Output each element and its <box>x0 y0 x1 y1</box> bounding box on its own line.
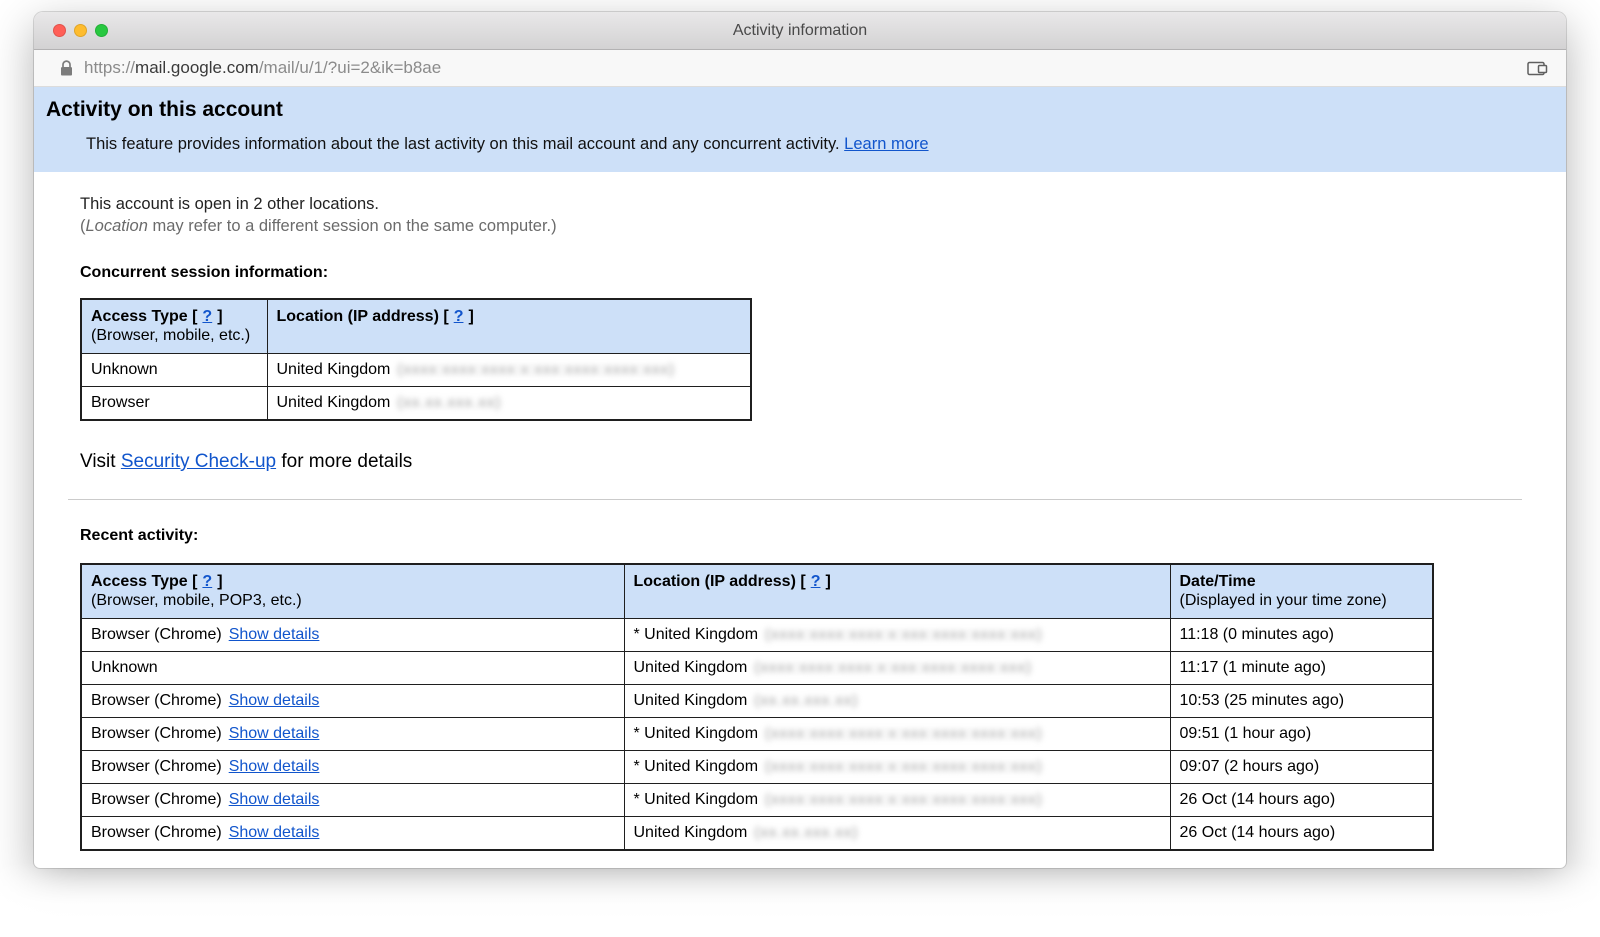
location: * United Kingdom <box>634 758 759 775</box>
datetime: 11:17 (1 minute ago) <box>1180 659 1326 676</box>
show-details-link[interactable]: Show details <box>229 725 320 742</box>
ip-redacted: (xx.xx.xxx.xx) <box>754 692 858 709</box>
location: United Kingdom <box>634 659 748 676</box>
ip-redacted: (xx.xx.xxx.xx) <box>754 824 858 841</box>
table-row: Browser (Chrome) Show details United King… <box>81 685 1433 718</box>
page-content: This account is open in 2 other location… <box>34 172 1566 851</box>
window-title: Activity information <box>733 22 867 40</box>
security-checkup-link[interactable]: Security Check-up <box>121 451 276 472</box>
recent-activity-heading: Recent activity: <box>80 527 1536 545</box>
address-bar[interactable]: https://mail.google.com/mail/u/1/?ui=2&i… <box>34 50 1566 87</box>
url-text[interactable]: https://mail.google.com/mail/u/1/?ui=2&i… <box>84 58 441 78</box>
access-type: Browser (Chrome) <box>91 824 222 841</box>
location-word: Location <box>86 217 148 235</box>
access-type: Browser (Chrome) <box>91 692 222 709</box>
location: United Kingdom <box>634 692 748 709</box>
access-type: Unknown <box>91 361 158 378</box>
table-row: Browser United Kingdom (xx.xx.xxx.xx) <box>81 387 751 421</box>
ip-redacted: (xxxx:xxxx:xxxx:x:xxx:xxxx:xxxx:xxx) <box>765 626 1043 643</box>
section-divider <box>68 499 1522 500</box>
access-type: Unknown <box>91 659 158 676</box>
show-details-link[interactable]: Show details <box>229 626 320 643</box>
table-row: Browser (Chrome) Show details * United Ki… <box>81 619 1433 652</box>
ip-redacted: (xxxx:xxxx:xxxx:x:xxx:xxxx:xxxx:xxx) <box>754 659 1032 676</box>
close-window-button[interactable] <box>53 24 66 37</box>
tab-overview-icon[interactable] <box>1527 60 1548 76</box>
datetime-header: Date/Time (Displayed in your time zone) <box>1170 564 1433 619</box>
show-details-link[interactable]: Show details <box>229 758 320 775</box>
location: * United Kingdom <box>634 626 759 643</box>
access-type-subtext: (Browser, mobile, POP3, etc.) <box>91 592 615 610</box>
datetime: 09:07 (2 hours ago) <box>1180 758 1320 775</box>
recent-activity-table: Access Type [?] (Browser, mobile, POP3, … <box>80 563 1434 851</box>
ip-redacted: (xxxx:xxxx:xxxx:x:xxx:xxxx:xxxx:xxx) <box>397 361 675 378</box>
banner-description: This feature provides information about … <box>46 135 1546 154</box>
table-row: Browser (Chrome) Show details * United Ki… <box>81 784 1433 817</box>
show-details-link[interactable]: Show details <box>229 824 320 841</box>
access-type-header: Access Type [?] (Browser, mobile, POP3, … <box>81 564 624 619</box>
url-host: mail.google.com <box>135 58 259 77</box>
ip-redacted: (xxxx:xxxx:xxxx:x:xxx:xxxx:xxxx:xxx) <box>765 725 1043 742</box>
window-titlebar[interactable]: Activity information <box>34 12 1566 50</box>
url-path: /mail/u/1/?ui=2&ik=b8ae <box>259 58 441 77</box>
show-details-link[interactable]: Show details <box>229 692 320 709</box>
concurrent-session-heading: Concurrent session information: <box>80 264 1536 282</box>
ip-redacted: (xxxx:xxxx:xxxx:x:xxx:xxxx:xxxx:xxx) <box>765 791 1043 808</box>
access-type: Browser (Chrome) <box>91 626 222 643</box>
browser-window: Activity information https://mail.google… <box>34 12 1566 868</box>
security-checkup-line: Visit Security Check-up for more details <box>80 451 1536 473</box>
table-row: Browser (Chrome) Show details United King… <box>81 817 1433 851</box>
datetime-subtext: (Displayed in your time zone) <box>1180 592 1424 610</box>
table-row: Unknown United Kingdom (xxxx:xxxx:xxxx:x:… <box>81 652 1433 685</box>
concurrent-sessions-table: Access Type [?] (Browser, mobile, etc.) … <box>80 298 752 421</box>
location-help-link[interactable]: ? <box>811 573 821 590</box>
traffic-lights <box>53 12 108 49</box>
datetime: 09:51 (1 hour ago) <box>1180 725 1312 742</box>
table-header-row: Access Type [?] (Browser, mobile, POP3, … <box>81 564 1433 619</box>
location: * United Kingdom <box>634 725 759 742</box>
location: * United Kingdom <box>634 791 759 808</box>
location-help-link[interactable]: ? <box>454 308 464 325</box>
screen: Activity information https://mail.google… <box>0 0 1600 937</box>
table-header-row: Access Type [?] (Browser, mobile, etc.) … <box>81 299 751 354</box>
ip-redacted: (xxxx:xxxx:xxxx:x:xxx:xxxx:xxxx:xxx) <box>765 758 1043 775</box>
access-type: Browser (Chrome) <box>91 725 222 742</box>
datetime: 26 Oct (14 hours ago) <box>1180 824 1336 841</box>
access-type-help-link[interactable]: ? <box>202 573 212 590</box>
location: United Kingdom <box>277 361 391 378</box>
access-type: Browser (Chrome) <box>91 758 222 775</box>
bottom-fade <box>0 863 1600 937</box>
location: United Kingdom <box>634 824 748 841</box>
location-header: Location (IP address) [?] <box>267 299 751 354</box>
table-row: Unknown United Kingdom (xxxx:xxxx:xxxx:x:… <box>81 354 751 387</box>
location-note: (Location may refer to a different sessi… <box>80 217 1536 236</box>
lock-icon[interactable] <box>60 60 73 77</box>
open-locations-text: This account is open in 2 other location… <box>80 195 1536 214</box>
datetime: 10:53 (25 minutes ago) <box>1180 692 1345 709</box>
access-type: Browser <box>91 394 150 411</box>
access-type-help-link[interactable]: ? <box>202 308 212 325</box>
access-type-header: Access Type [?] (Browser, mobile, etc.) <box>81 299 267 354</box>
table-row: Browser (Chrome) Show details * United Ki… <box>81 751 1433 784</box>
datetime: 11:18 (0 minutes ago) <box>1180 626 1334 643</box>
access-type: Browser (Chrome) <box>91 791 222 808</box>
ip-redacted: (xx.xx.xxx.xx) <box>397 394 501 411</box>
zoom-window-button[interactable] <box>95 24 108 37</box>
minimize-window-button[interactable] <box>74 24 87 37</box>
access-type-subtext: (Browser, mobile, etc.) <box>91 327 258 345</box>
show-details-link[interactable]: Show details <box>229 791 320 808</box>
table-row: Browser (Chrome) Show details * United Ki… <box>81 718 1433 751</box>
location-header: Location (IP address) [?] <box>624 564 1170 619</box>
datetime: 26 Oct (14 hours ago) <box>1180 791 1336 808</box>
page-banner: Activity on this account This feature pr… <box>34 87 1566 172</box>
url-protocol: https:// <box>84 58 135 77</box>
location: United Kingdom <box>277 394 391 411</box>
learn-more-link[interactable]: Learn more <box>844 135 928 153</box>
page-title: Activity on this account <box>46 98 1546 122</box>
